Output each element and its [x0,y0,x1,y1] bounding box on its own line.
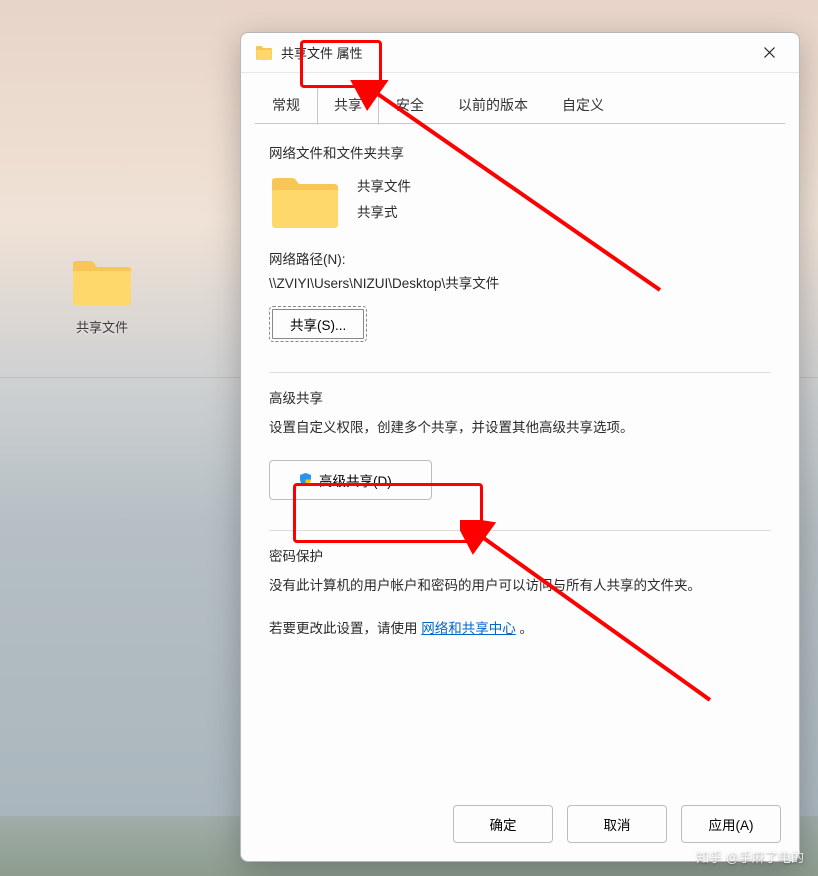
desc2-suffix: 。 [520,621,534,636]
share-button[interactable]: 共享(S)... [269,306,367,342]
section-network-share: 网络文件和文件夹共享 共享文件 共享式 网络路径(N): \\ZVIYI\Use… [269,142,771,342]
divider [269,372,771,373]
advanced-share-label: 高级共享(D)... [319,470,403,490]
folder-icon [269,172,341,230]
tabs: 常规 共享 安全 以前的版本 自定义 [241,73,799,124]
network-path-value: \\ZVIYI\Users\NIZUI\Desktop\共享文件 [269,272,771,292]
network-path-label: 网络路径(N): [269,248,771,268]
section1-title: 网络文件和文件夹共享 [269,142,771,162]
dialog-title: 共享文件 属性 [281,43,747,62]
advanced-share-button[interactable]: 高级共享(D)... [269,460,432,500]
apply-button[interactable]: 应用(A) [681,805,781,843]
tab-share[interactable]: 共享 [317,86,379,125]
desktop-folder-label: 共享文件 [62,317,142,336]
tab-general[interactable]: 常规 [255,86,317,125]
titlebar: 共享文件 属性 [241,33,799,73]
section2-title: 高级共享 [269,387,771,407]
section2-desc: 设置自定义权限，创建多个共享，并设置其他高级共享选项。 [269,417,771,440]
section3-title: 密码保护 [269,545,771,565]
tab-content: 网络文件和文件夹共享 共享文件 共享式 网络路径(N): \\ZVIYI\Use… [241,124,799,791]
section3-desc2: 若要更改此设置，请使用 网络和共享中心 。 [269,618,771,641]
desc2-prefix: 若要更改此设置，请使用 [269,621,418,636]
tab-previous[interactable]: 以前的版本 [441,86,545,125]
folder-name: 共享文件 [357,174,411,200]
tab-custom[interactable]: 自定义 [545,86,621,125]
cancel-button[interactable]: 取消 [567,805,667,843]
section-password: 密码保护 没有此计算机的用户帐户和密码的用户可以访问与所有人共享的文件夹。 若要… [269,545,771,641]
share-status: 共享式 [357,200,411,226]
network-center-link[interactable]: 网络和共享中心 [421,621,516,636]
folder-icon [71,256,133,306]
ok-button[interactable]: 确定 [453,805,553,843]
folder-icon [255,44,273,62]
desktop-folder-icon[interactable]: 共享文件 [62,256,142,336]
shield-icon [298,472,313,487]
divider [269,530,771,531]
close-icon [764,47,775,58]
properties-dialog: 共享文件 属性 常规 共享 安全 以前的版本 自定义 网络文件和文件夹共享 共享… [240,32,800,862]
tab-security[interactable]: 安全 [379,86,441,125]
section-advanced-share: 高级共享 设置自定义权限，创建多个共享，并设置其他高级共享选项。 高级共享(D)… [269,387,771,500]
close-button[interactable] [747,37,791,69]
tab-underline [255,123,785,124]
watermark: 知乎 @手麻了电的 [696,847,804,866]
section3-desc1: 没有此计算机的用户帐户和密码的用户可以访问与所有人共享的文件夹。 [269,575,771,598]
